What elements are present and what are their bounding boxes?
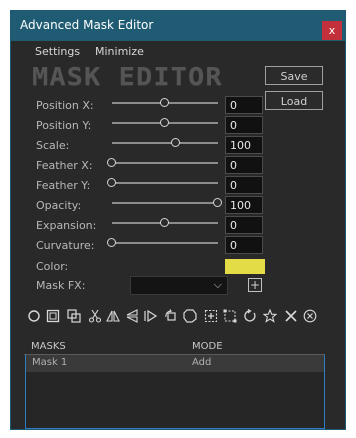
mask-fx-label: Mask FX: bbox=[36, 279, 86, 292]
feather-y-input[interactable]: 0 bbox=[225, 176, 263, 194]
mode-column-header[interactable]: MODE bbox=[192, 341, 223, 352]
masks-list[interactable]: Mask 1 Add bbox=[25, 355, 325, 429]
position-y-knob[interactable] bbox=[160, 118, 169, 127]
add-mask-fx-button[interactable]: + bbox=[248, 278, 262, 292]
close-icon[interactable] bbox=[284, 309, 298, 323]
table-row[interactable]: Mask 1 Add bbox=[26, 355, 324, 372]
rectangle-tool-icon[interactable] bbox=[46, 309, 60, 323]
mask-fx-select[interactable]: ⌵ bbox=[130, 276, 228, 295]
expansion-label: Expansion: bbox=[36, 219, 97, 232]
position-x-label: Position X: bbox=[36, 99, 94, 112]
feather-y-knob[interactable] bbox=[107, 178, 116, 187]
scale-knob[interactable] bbox=[171, 138, 180, 147]
feather-y-slider[interactable] bbox=[112, 182, 218, 184]
color-swatch[interactable] bbox=[225, 259, 265, 274]
feather-x-label: Feather X: bbox=[36, 159, 93, 172]
curvature-slider[interactable] bbox=[112, 242, 218, 244]
add-point-icon[interactable] bbox=[204, 309, 218, 323]
position-y-label: Position Y: bbox=[36, 119, 92, 132]
duplicate-icon[interactable] bbox=[67, 309, 81, 323]
position-x-input[interactable]: 0 bbox=[225, 96, 263, 114]
feather-x-input[interactable]: 0 bbox=[225, 156, 263, 174]
logo: MASK EDITOR bbox=[32, 62, 223, 91]
rotate-shape-icon[interactable] bbox=[164, 309, 178, 323]
opacity-knob[interactable] bbox=[213, 198, 222, 207]
expansion-knob[interactable] bbox=[160, 218, 169, 227]
masks-column-header[interactable]: MASKS bbox=[31, 341, 66, 352]
flip-horizontal-icon[interactable] bbox=[106, 309, 120, 323]
position-y-input[interactable]: 0 bbox=[225, 116, 263, 134]
menu-settings[interactable]: Settings bbox=[35, 45, 80, 58]
mask-mode-cell[interactable]: Add bbox=[192, 357, 211, 368]
select-points-icon[interactable] bbox=[223, 309, 237, 323]
chevron-down-icon: ⌵ bbox=[213, 278, 222, 291]
scale-slider[interactable] bbox=[112, 142, 218, 144]
curvature-input[interactable]: 0 bbox=[225, 236, 263, 254]
cancel-circle-icon[interactable] bbox=[303, 309, 317, 323]
feather-x-slider[interactable] bbox=[112, 162, 218, 164]
mask-name-cell: Mask 1 bbox=[32, 357, 68, 368]
close-button[interactable]: x bbox=[322, 21, 342, 40]
arrow-play-icon[interactable] bbox=[144, 309, 158, 323]
scale-label: Scale: bbox=[36, 139, 70, 152]
cut-icon[interactable] bbox=[88, 309, 102, 323]
flip-vertical-icon[interactable] bbox=[125, 309, 139, 323]
ellipse-tool-icon[interactable] bbox=[27, 309, 41, 323]
subtract-shape-icon[interactable] bbox=[183, 309, 197, 323]
title-bar[interactable]: Advanced Mask Editor bbox=[11, 11, 345, 41]
curvature-label: Curvature: bbox=[36, 239, 95, 252]
load-button[interactable]: Load bbox=[265, 91, 323, 110]
star-icon[interactable] bbox=[263, 309, 277, 323]
expansion-input[interactable]: 0 bbox=[225, 216, 263, 234]
refresh-icon[interactable] bbox=[243, 309, 257, 323]
opacity-slider[interactable] bbox=[112, 202, 218, 204]
feather-y-label: Feather Y: bbox=[36, 179, 91, 192]
feather-x-knob[interactable] bbox=[107, 158, 116, 167]
scale-input[interactable]: 100 bbox=[225, 136, 263, 154]
curvature-knob[interactable] bbox=[107, 238, 116, 247]
opacity-label: Opacity: bbox=[36, 199, 82, 212]
position-x-knob[interactable] bbox=[160, 98, 169, 107]
color-label: Color: bbox=[36, 260, 69, 273]
mask-editor-window: Advanced Mask Editor x Settings Minimize… bbox=[10, 10, 346, 430]
save-button[interactable]: Save bbox=[265, 66, 323, 85]
opacity-input[interactable]: 100 bbox=[225, 196, 263, 214]
window-title: Advanced Mask Editor bbox=[20, 18, 154, 32]
menu-minimize[interactable]: Minimize bbox=[95, 45, 144, 58]
